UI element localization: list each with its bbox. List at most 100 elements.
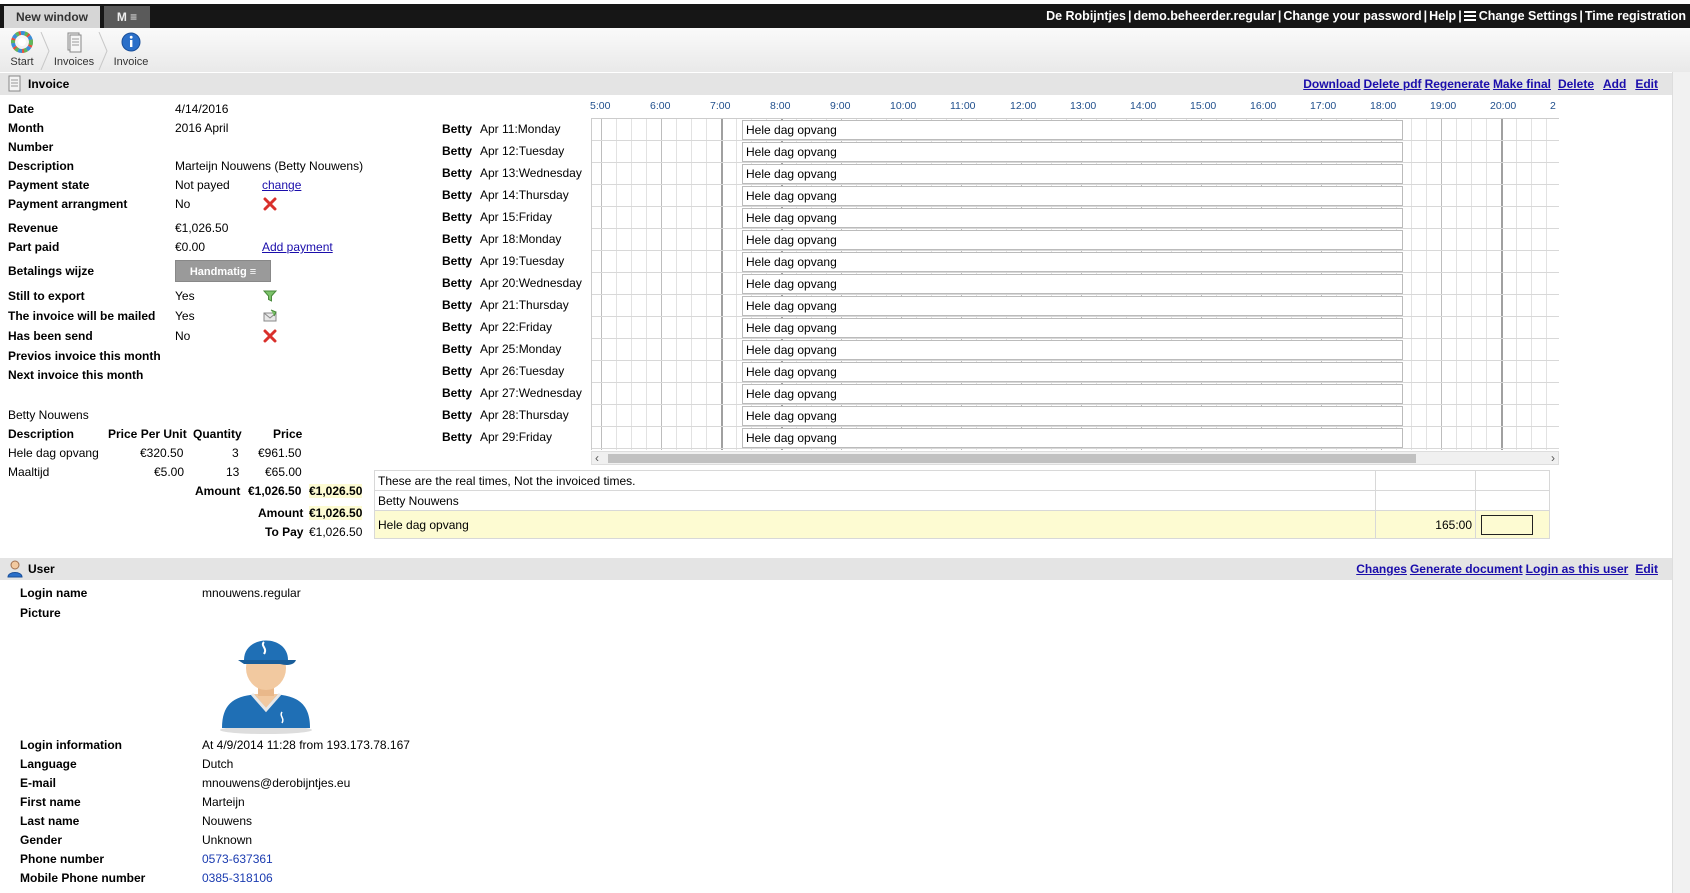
tab-new-window[interactable]: New window (4, 6, 100, 28)
language-label: Language (20, 757, 77, 771)
day-date: Apr 26:Tuesday (480, 364, 565, 378)
row-separator (592, 448, 1559, 449)
row-separator (592, 228, 1559, 229)
line-1-price: €961.50 (258, 446, 302, 460)
to-pay-value: €1,026.50 (309, 525, 363, 539)
day-child-name: Betty (442, 166, 473, 180)
change-payment-state-link[interactable]: change (262, 178, 301, 192)
login-as-user-link[interactable]: Login as this user (1526, 562, 1629, 576)
day-child-name: Betty (442, 276, 473, 290)
betalings-wijze-dropdown[interactable]: Handmatig ≡ (175, 260, 271, 282)
nav-time-registration[interactable]: Time registration (1585, 9, 1686, 23)
make-final-link[interactable]: Make final (1493, 77, 1551, 91)
care-block[interactable]: Hele dag opvang (742, 340, 1403, 360)
care-block[interactable]: Hele dag opvang (742, 318, 1403, 338)
line-person: Betty Nouwens (8, 408, 89, 422)
care-block[interactable]: Hele dag opvang (742, 186, 1403, 206)
grid-line (1531, 119, 1532, 450)
grid-line (616, 119, 617, 450)
betalings-wijze-label: Betalings wijze (8, 264, 95, 278)
row-separator (592, 206, 1559, 207)
day-date: Apr 27:Wednesday (480, 386, 582, 400)
scroll-right-icon[interactable]: › (1551, 451, 1555, 465)
row-separator (592, 360, 1559, 361)
care-block[interactable]: Hele dag opvang (742, 230, 1403, 250)
day-date: Apr 18:Monday (480, 232, 562, 246)
amount-2-label: Amount (258, 506, 304, 520)
day-date: Apr 11:Monday (480, 122, 561, 136)
login-information-label: Login information (20, 738, 122, 752)
line-2-quantity: 13 (226, 465, 240, 479)
care-block[interactable]: Hele dag opvang (742, 296, 1403, 316)
nav-user[interactable]: demo.beheerder.regular (1133, 9, 1275, 23)
row-separator (592, 316, 1559, 317)
day-child-name: Betty (442, 364, 473, 378)
description-label: Description (8, 159, 75, 173)
time-tick: 18:00 (1370, 100, 1397, 112)
care-block[interactable]: Hele dag opvang (742, 142, 1403, 162)
amount-value-2: €1,026.50 (309, 484, 363, 498)
vertical-scrollbar[interactable] (1672, 72, 1690, 893)
care-block[interactable]: Hele dag opvang (742, 406, 1403, 426)
care-block[interactable]: Hele dag opvang (742, 428, 1403, 448)
date-value: 4/14/2016 (175, 102, 229, 116)
real-times-item: Hele dag opvang (374, 510, 1376, 539)
tab-menu[interactable]: M ≡ (104, 6, 150, 28)
nav-organisation[interactable]: De Robijntjes (1046, 9, 1126, 23)
time-tick: 15:00 (1190, 100, 1217, 112)
edit-user-link[interactable]: Edit (1635, 562, 1658, 576)
regenerate-link[interactable]: Regenerate (1425, 77, 1490, 91)
care-block[interactable]: Hele dag opvang (742, 384, 1403, 404)
user-actions: Changes Generate document Login as this us… (1351, 562, 1658, 576)
horizontal-scrollbar[interactable]: ‹ › (591, 451, 1559, 465)
nav-change-settings[interactable]: Change Settings (1479, 9, 1578, 23)
day-date: Apr 22:Friday (480, 320, 553, 334)
payment-state-value: Not payed (175, 178, 230, 192)
add-link[interactable]: Add (1603, 77, 1626, 91)
delete-link[interactable]: Delete (1558, 77, 1594, 91)
nav-help[interactable]: Help (1429, 9, 1456, 23)
care-block[interactable]: Hele dag opvang (742, 362, 1403, 382)
day-child-name: Betty (442, 342, 473, 356)
top-nav: De Robijntjes | demo.beheerder.regular | Cha… (1046, 9, 1686, 23)
care-block[interactable]: Hele dag opvang (742, 274, 1403, 294)
last-name-value: Nouwens (202, 814, 253, 828)
delete-pdf-link[interactable]: Delete pdf (1364, 77, 1422, 91)
care-block[interactable]: Hele dag opvang (742, 164, 1403, 184)
mobile-phone-value[interactable]: 0385-318106 (202, 871, 273, 885)
time-tick: 8:00 (770, 100, 791, 112)
number-label: Number (8, 140, 54, 154)
breadcrumb-invoices[interactable]: Invoices (46, 30, 102, 68)
day-date: Apr 14:Thursday (480, 188, 569, 202)
menu-icon[interactable] (1463, 11, 1476, 21)
col-quantity: Quantity (193, 427, 242, 441)
last-name-label: Last name (20, 814, 80, 828)
nav-change-password[interactable]: Change your password (1283, 9, 1421, 23)
day-date: Apr 21:Thursday (480, 298, 569, 312)
part-paid-value: €0.00 (175, 240, 206, 254)
phone-number-value[interactable]: 0573-637361 (202, 852, 273, 866)
login-name-label: Login name (20, 586, 88, 600)
time-tick: 11:00 (950, 100, 976, 112)
edit-invoice-link[interactable]: Edit (1635, 77, 1658, 91)
care-block[interactable]: Hele dag opvang (742, 208, 1403, 228)
to-pay-label: To Pay (265, 525, 304, 539)
grid-line (736, 119, 737, 450)
scrollbar-thumb[interactable] (608, 454, 1416, 463)
generate-document-link[interactable]: Generate document (1410, 562, 1523, 576)
mobile-phone-label: Mobile Phone number (20, 871, 146, 885)
care-block[interactable]: Hele dag opvang (742, 252, 1403, 272)
add-payment-link[interactable]: Add payment (262, 240, 333, 254)
scroll-left-icon[interactable]: ‹ (595, 451, 599, 465)
real-times-input[interactable] (1481, 514, 1533, 535)
grid-line (646, 119, 647, 450)
download-link[interactable]: Download (1303, 77, 1360, 91)
changes-link[interactable]: Changes (1356, 562, 1407, 576)
time-tick: 19:00 (1430, 100, 1457, 112)
language-value: Dutch (202, 757, 234, 771)
row-separator (592, 426, 1559, 427)
care-block[interactable]: Hele dag opvang (742, 120, 1403, 140)
breadcrumb-invoice[interactable]: Invoice (103, 30, 159, 68)
has-been-send-label: Has been send (8, 329, 93, 343)
day-child-name: Betty (442, 232, 473, 246)
